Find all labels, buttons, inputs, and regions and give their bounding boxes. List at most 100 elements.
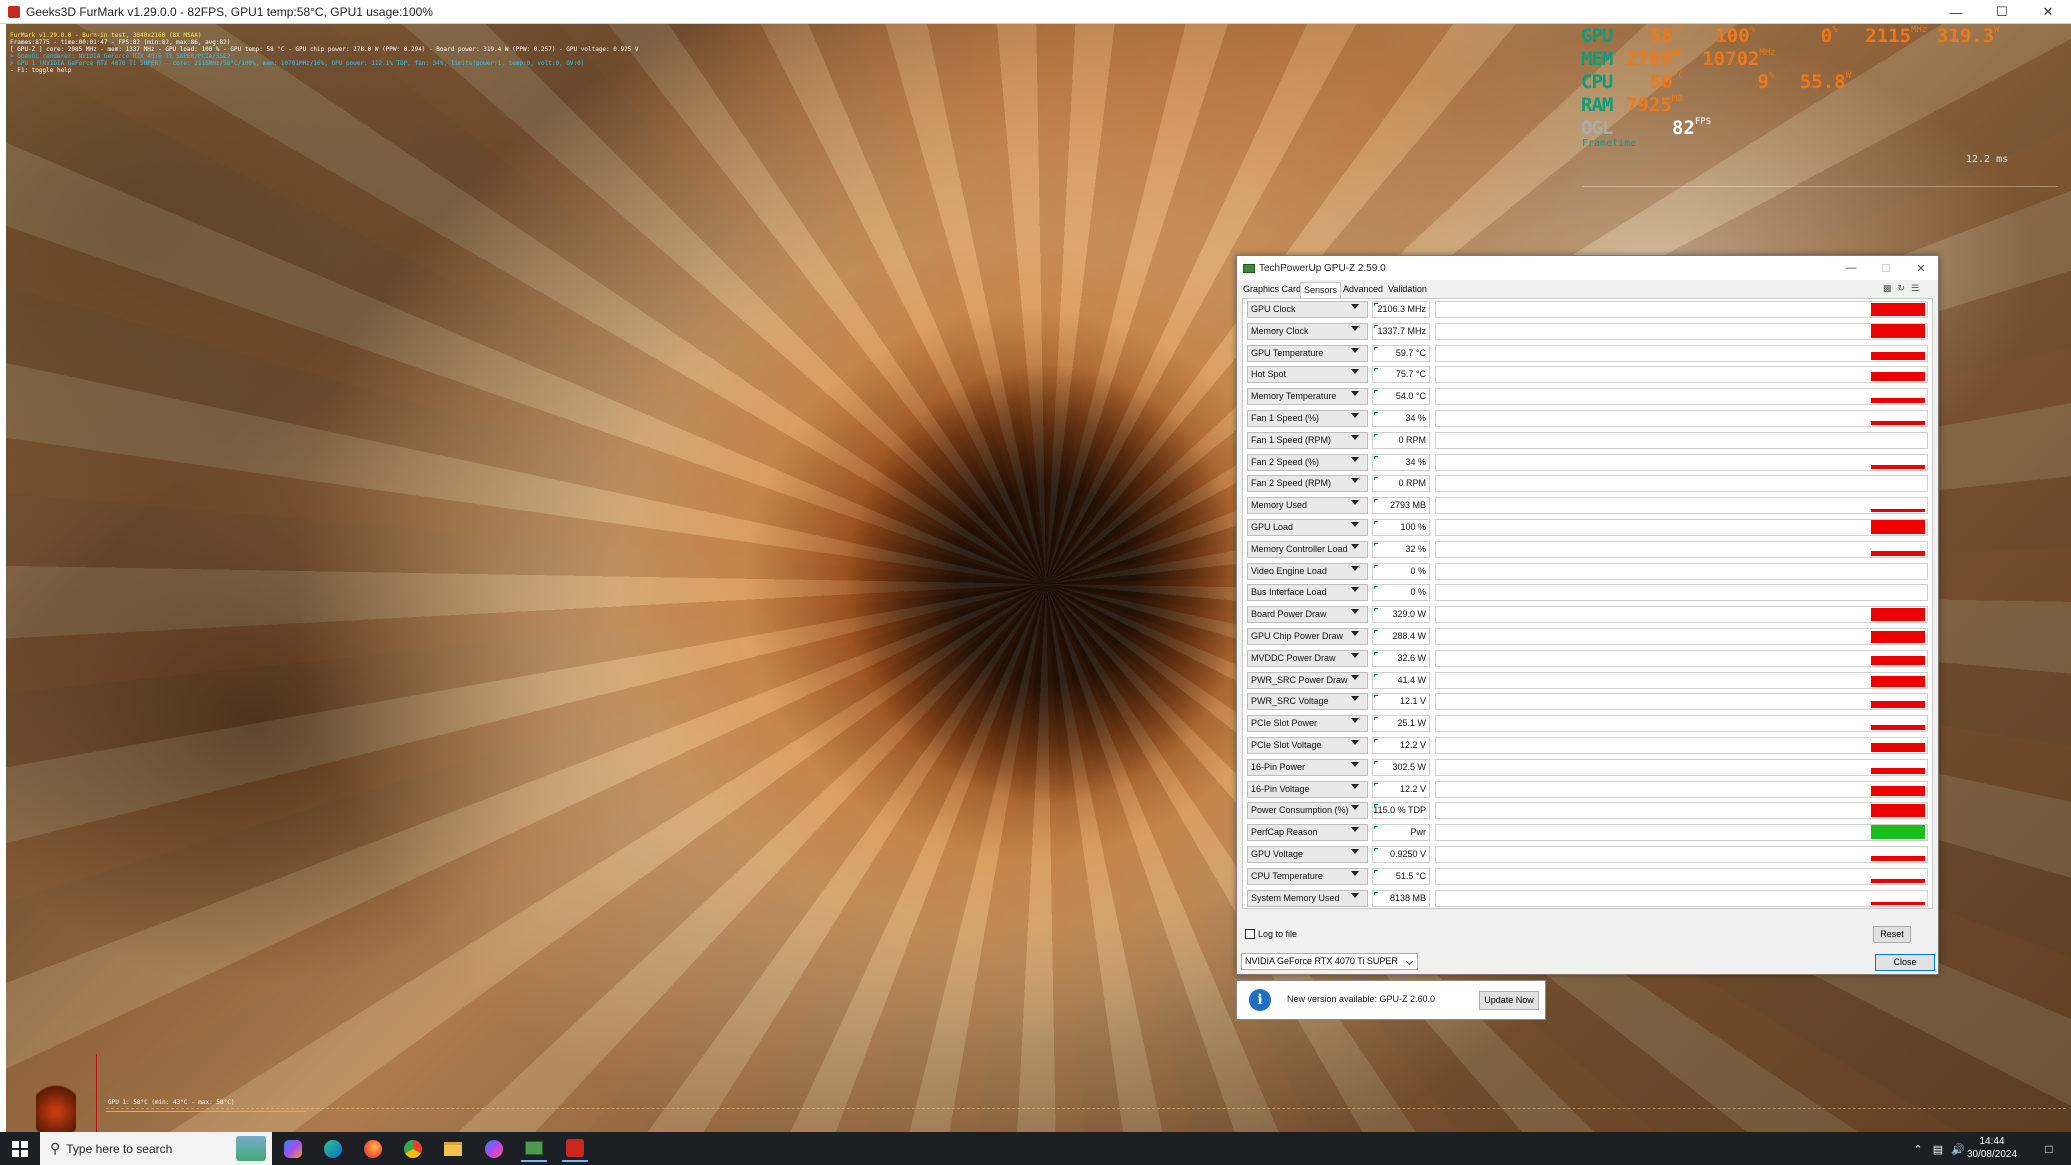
close-button[interactable]: Close — [1875, 954, 1935, 971]
osd-frametime-graph — [1582, 186, 2058, 187]
sensor-name[interactable]: PWR_SRC Power Draw — [1247, 671, 1368, 689]
sensor-name[interactable]: Memory Clock — [1247, 322, 1368, 340]
messenger-icon[interactable] — [481, 1136, 507, 1162]
sensor-name[interactable]: Power Consumption (%) — [1247, 802, 1368, 820]
taskbar-search-box[interactable]: ⚲ Type here to search — [40, 1132, 272, 1165]
sensor-dropdown-icon[interactable] — [1351, 522, 1359, 527]
sensor-dropdown-icon[interactable] — [1351, 674, 1359, 680]
sensor-dropdown-icon[interactable] — [1351, 849, 1359, 854]
copilot-icon[interactable] — [280, 1136, 306, 1162]
sensor-dropdown-icon[interactable] — [1351, 434, 1359, 440]
sensor-name[interactable]: PCIe Slot Power — [1247, 715, 1368, 733]
sensor-dropdown-icon[interactable] — [1351, 892, 1359, 898]
sensor-dropdown-icon[interactable] — [1351, 718, 1359, 724]
furmark-info-line2: Frames:8775 - time:00:01:47 - FPS:82 (mi… — [10, 39, 231, 46]
sensor-name[interactable]: Memory Temperature — [1247, 388, 1368, 406]
sensor-dropdown-icon[interactable] — [1351, 325, 1359, 331]
tab-validation[interactable]: Validation — [1388, 282, 1427, 298]
sensor-name[interactable]: Bus Interface Load — [1247, 584, 1368, 602]
edge-icon[interactable] — [320, 1136, 346, 1162]
sensor-dropdown-icon[interactable] — [1351, 827, 1359, 833]
camera-icon[interactable]: ▩ — [1883, 283, 1892, 294]
sensor-value: 1337.7 MHz — [1372, 322, 1430, 340]
furmark-titlebar: Geeks3D FurMark v1.29.0.0 - 82FPS, GPU1 … — [0, 0, 2071, 24]
sensor-dropdown-icon[interactable] — [1351, 783, 1359, 789]
sensor-name[interactable]: Memory Used — [1247, 497, 1368, 515]
maximize-button[interactable]: ☐ — [1979, 0, 2025, 24]
sensor-name[interactable]: System Memory Used — [1247, 889, 1368, 907]
tab-advanced[interactable]: Advanced — [1343, 282, 1383, 298]
close-window-button[interactable]: ✕ — [2025, 0, 2071, 24]
sensor-graph — [1435, 693, 1928, 711]
sensor-dropdown-icon[interactable] — [1351, 587, 1359, 593]
sensor-dropdown-icon[interactable] — [1351, 696, 1359, 702]
sensor-name[interactable]: GPU Clock — [1247, 301, 1368, 318]
menu-icon[interactable]: ☰ — [1911, 283, 1919, 294]
sensor-name[interactable]: 16-Pin Voltage — [1247, 780, 1368, 798]
sensor-dropdown-icon[interactable] — [1351, 304, 1359, 309]
sensor-name[interactable]: GPU Chip Power Draw — [1247, 628, 1368, 645]
log-to-file-checkbox[interactable]: Log to file — [1245, 929, 1297, 939]
update-now-button[interactable]: Update Now — [1479, 991, 1539, 1010]
sensor-name[interactable]: GPU Load — [1247, 519, 1368, 536]
sensor-name[interactable]: Fan 1 Speed (RPM) — [1247, 431, 1368, 449]
sensor-name[interactable]: GPU Voltage — [1247, 846, 1368, 863]
sensor-dropdown-icon[interactable] — [1351, 631, 1359, 636]
sensor-dropdown-icon[interactable] — [1351, 543, 1359, 549]
gpuz-title: TechPowerUp GPU-Z 2.59.0 — [1259, 262, 1386, 274]
gpuz-minimize-button[interactable]: — — [1834, 256, 1868, 280]
sensor-name[interactable]: 16-Pin Power — [1247, 758, 1368, 776]
sensor-name[interactable]: MVDDC Power Draw — [1247, 649, 1368, 667]
sensor-dropdown-icon[interactable] — [1351, 870, 1359, 876]
sensor-name[interactable]: Fan 2 Speed (%) — [1247, 453, 1368, 471]
sensor-dropdown-icon[interactable] — [1351, 347, 1359, 353]
sensor-dropdown-icon[interactable] — [1351, 609, 1359, 615]
sensor-dropdown-icon[interactable] — [1351, 391, 1359, 397]
minimize-button[interactable]: — — [1933, 0, 1979, 24]
sensor-dropdown-icon[interactable] — [1351, 478, 1359, 484]
sensor-dropdown-icon[interactable] — [1351, 500, 1359, 506]
sensor-graph — [1435, 649, 1928, 667]
sensor-dropdown-icon[interactable] — [1351, 565, 1359, 571]
sensor-name[interactable]: Board Power Draw — [1247, 606, 1368, 624]
sensor-dropdown-icon[interactable] — [1351, 740, 1359, 745]
file-explorer-icon[interactable] — [440, 1136, 466, 1162]
sensor-dropdown-icon[interactable] — [1351, 761, 1359, 767]
sensor-name[interactable]: GPU Temperature — [1247, 344, 1368, 362]
sensor-name[interactable]: PerfCap Reason — [1247, 824, 1368, 842]
firefox-icon[interactable] — [360, 1136, 386, 1162]
taskbar-clock[interactable]: 14:44 30/08/2024 — [1957, 1135, 2027, 1161]
sensor-dropdown-icon[interactable] — [1351, 456, 1359, 462]
sensor-name[interactable]: Hot Spot — [1247, 366, 1368, 384]
start-button[interactable] — [7, 1136, 33, 1162]
refresh-icon[interactable]: ↻ — [1898, 283, 1906, 294]
tab-sensors[interactable]: Sensors — [1300, 282, 1342, 298]
checkbox-box[interactable] — [1245, 929, 1255, 939]
notification-icon[interactable]: □ — [2036, 1136, 2062, 1162]
sensor-name[interactable]: PWR_SRC Voltage — [1247, 693, 1368, 711]
furmark-taskbar-icon[interactable] — [562, 1136, 588, 1162]
sensor-value: 0 % — [1372, 562, 1430, 580]
sensor-name[interactable]: Fan 1 Speed (%) — [1247, 410, 1368, 427]
update-message: New version available: GPU-Z 2.60.0 — [1287, 994, 1436, 1004]
gpuz-taskbar-icon[interactable] — [521, 1136, 547, 1162]
sensor-dropdown-icon[interactable] — [1351, 413, 1359, 418]
sensor-tick-icon — [1374, 499, 1378, 503]
sensor-dropdown-icon[interactable] — [1351, 652, 1359, 658]
chrome-icon[interactable] — [400, 1136, 426, 1162]
gpuz-toolbar: ▩ ↻ ☰ — [1883, 283, 1919, 294]
sensor-name[interactable]: Memory Controller Load — [1247, 540, 1368, 558]
reset-button[interactable]: Reset — [1873, 926, 1911, 943]
sensor-dropdown-icon[interactable] — [1351, 805, 1359, 811]
gpuz-close-button[interactable]: ✕ — [1904, 256, 1938, 280]
sensor-name[interactable]: PCIe Slot Voltage — [1247, 737, 1368, 754]
sensor-graph-bar — [1871, 464, 1925, 469]
sensor-name[interactable]: Fan 2 Speed (RPM) — [1247, 475, 1368, 493]
sensor-name[interactable]: Video Engine Load — [1247, 562, 1368, 580]
sensor-graph — [1435, 366, 1928, 384]
sensor-dropdown-icon[interactable] — [1351, 369, 1359, 375]
sensor-value: 51.5 °C — [1372, 867, 1430, 885]
gpu-select-dropdown[interactable]: NVIDIA GeForce RTX 4070 Ti SUPER — [1241, 953, 1418, 970]
sensor-name[interactable]: CPU Temperature — [1247, 867, 1368, 885]
tab-graphics-card[interactable]: Graphics Card — [1243, 282, 1301, 298]
